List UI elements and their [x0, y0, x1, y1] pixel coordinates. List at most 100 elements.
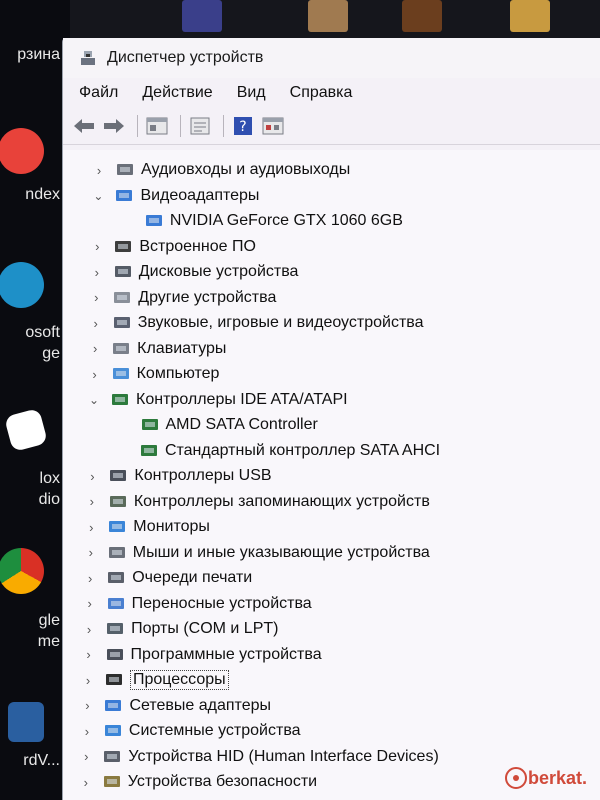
forward-button[interactable]: [101, 113, 127, 139]
tree-item[interactable]: › Процессоры: [80, 668, 229, 692]
sound-icon: [112, 314, 132, 332]
ide-controller-icon: [110, 391, 130, 409]
chevron-right-icon[interactable]: ›: [88, 290, 104, 306]
chevron-down-icon[interactable]: ⌄: [90, 188, 106, 204]
chevron-right-icon[interactable]: ›: [91, 162, 107, 178]
chevron-right-icon[interactable]: ›: [78, 774, 94, 790]
desktop-top-icon[interactable]: [510, 0, 550, 32]
tree-item[interactable]: ⌄ Контроллеры IDE ATA/ATAPI: [86, 388, 348, 412]
desktop-top-icon[interactable]: [402, 0, 442, 32]
chevron-right-icon[interactable]: ›: [83, 519, 99, 535]
chevron-right-icon[interactable]: ›: [81, 621, 97, 637]
chevron-right-icon[interactable]: ›: [79, 723, 95, 739]
tree-item[interactable]: › Программные устройства: [81, 643, 321, 667]
tree-item[interactable]: › Дисковые устройства: [89, 260, 299, 284]
chevron-right-icon[interactable]: ›: [78, 749, 94, 765]
display-adapter-icon: [144, 212, 164, 230]
chevron-right-icon[interactable]: ›: [84, 468, 100, 484]
chevron-right-icon[interactable]: ›: [80, 672, 96, 688]
desktop-icon-label: osoft ge: [25, 324, 60, 362]
tree-item[interactable]: AMD SATA Controller: [140, 413, 318, 437]
tree-item-label: Другие устройства: [138, 288, 277, 306]
ide-controller-icon: [140, 416, 160, 434]
tree-item[interactable]: › Контроллеры запоминающих устройств: [84, 490, 430, 514]
desktop-icon-chrome[interactable]: gle me: [0, 548, 62, 652]
show-hidden-button[interactable]: [260, 113, 286, 139]
desktop-icon-recycle-bin[interactable]: рзина: [0, 44, 62, 65]
chevron-right-icon[interactable]: ›: [83, 545, 99, 561]
desktop-icon-edge[interactable]: osoft ge: [0, 262, 62, 364]
tree-item[interactable]: › Клавиатуры: [87, 337, 226, 361]
chevron-right-icon[interactable]: ›: [88, 315, 104, 331]
desktop-top-strip: [70, 0, 600, 40]
chevron-right-icon[interactable]: ›: [79, 698, 95, 714]
ide-controller-icon: [139, 442, 159, 460]
tree-item-label: Переносные устройства: [131, 594, 312, 612]
chevron-right-icon[interactable]: ›: [87, 341, 103, 357]
desktop-top-icon[interactable]: [308, 0, 348, 32]
chevron-right-icon[interactable]: ›: [81, 647, 97, 663]
tree-item[interactable]: ⌄ Видеоадаптеры: [90, 184, 259, 208]
keyboard-icon: [111, 340, 131, 358]
port-icon: [105, 620, 125, 638]
tree-item-label: Компьютер: [136, 365, 220, 382]
chevron-down-icon[interactable]: ⌄: [86, 392, 102, 408]
chevron-right-icon[interactable]: ›: [89, 264, 105, 280]
tree-item[interactable]: › Мониторы: [83, 515, 210, 539]
menu-view[interactable]: Вид: [237, 84, 266, 102]
tree-item[interactable]: › Встроенное ПО: [89, 235, 256, 259]
tree-item[interactable]: › Устройства HID (Human Interface Devices…: [78, 745, 439, 769]
chevron-right-icon[interactable]: ›: [87, 366, 103, 382]
menu-bar: Файл Действие Вид Справка: [63, 78, 600, 108]
desktop-icon-label: gle me: [37, 612, 60, 650]
tree-item[interactable]: › Аудиовходы и аудиовыходы: [91, 158, 350, 182]
menu-help[interactable]: Справка: [290, 84, 353, 102]
watermark-text: berkat.: [527, 767, 587, 788]
tree-item-label: Контроллеры запоминающих устройств: [133, 492, 430, 510]
chevron-right-icon[interactable]: ›: [82, 570, 98, 586]
chevron-right-icon[interactable]: ›: [84, 494, 100, 510]
tree-item[interactable]: › Устройства безопасности: [78, 770, 317, 794]
desktop-icon-yandex[interactable]: ndex: [0, 128, 62, 205]
desktop-icon-cardview[interactable]: rdV...: [0, 702, 62, 771]
update-driver-button[interactable]: [187, 113, 213, 139]
chrome-icon: [0, 548, 44, 594]
tree-item-label: Контроллеры USB: [134, 467, 272, 484]
tree-item[interactable]: › Переносные устройства: [82, 592, 312, 616]
help-button[interactable]: ?: [230, 113, 256, 139]
tree-item[interactable]: › Другие устройства: [88, 286, 276, 310]
toolbar-separator: [137, 115, 138, 137]
tree-item[interactable]: › Звуковые, игровые и видеоустройства: [88, 311, 424, 335]
desktop-icon-label: рзина: [17, 46, 60, 63]
desktop-top-icon[interactable]: [182, 0, 222, 32]
tree-item[interactable]: › Мыши и иные указывающие устройства: [83, 541, 430, 565]
tree-item[interactable]: › Сетевые адаптеры: [79, 694, 271, 718]
berkat-logo-icon: [504, 767, 527, 789]
roblox-icon: [3, 407, 49, 453]
tree-item[interactable]: › Очереди печати: [82, 566, 252, 590]
software-device-icon: [105, 646, 125, 664]
menu-file[interactable]: Файл: [79, 84, 118, 102]
tree-item-label: Системные устройства: [128, 722, 301, 739]
properties-button[interactable]: [144, 113, 170, 139]
menu-action[interactable]: Действие: [142, 84, 212, 102]
edge-icon: [0, 262, 44, 308]
chevron-right-icon[interactable]: ›: [82, 596, 98, 612]
tree-item[interactable]: › Компьютер: [87, 362, 220, 386]
tree-item[interactable]: Стандартный контроллер SATA AHCI: [139, 439, 440, 463]
title-bar[interactable]: Диспетчер устройств: [63, 38, 600, 78]
tree-item[interactable]: › Контроллеры USB: [84, 464, 271, 488]
printer-icon: [106, 569, 126, 587]
desktop-icon-roblox[interactable]: lox dio: [0, 407, 62, 510]
display-adapter-icon: [114, 187, 134, 205]
forward-arrow-icon: [104, 119, 124, 133]
device-manager-window: Диспетчер устройств Файл Действие Вид Сп…: [62, 38, 600, 800]
tree-item-label: Мыши и иные указывающие устройства: [132, 543, 430, 561]
tree-item[interactable]: › Системные устройства: [79, 719, 301, 743]
tree-item[interactable]: NVIDIA GeForce GTX 1060 6GB: [144, 209, 403, 233]
disk-icon: [113, 263, 133, 281]
tree-item[interactable]: › Порты (COM и LPT): [81, 617, 279, 641]
system-device-icon: [103, 722, 123, 740]
chevron-right-icon[interactable]: ›: [89, 239, 105, 255]
back-button[interactable]: [71, 113, 97, 139]
